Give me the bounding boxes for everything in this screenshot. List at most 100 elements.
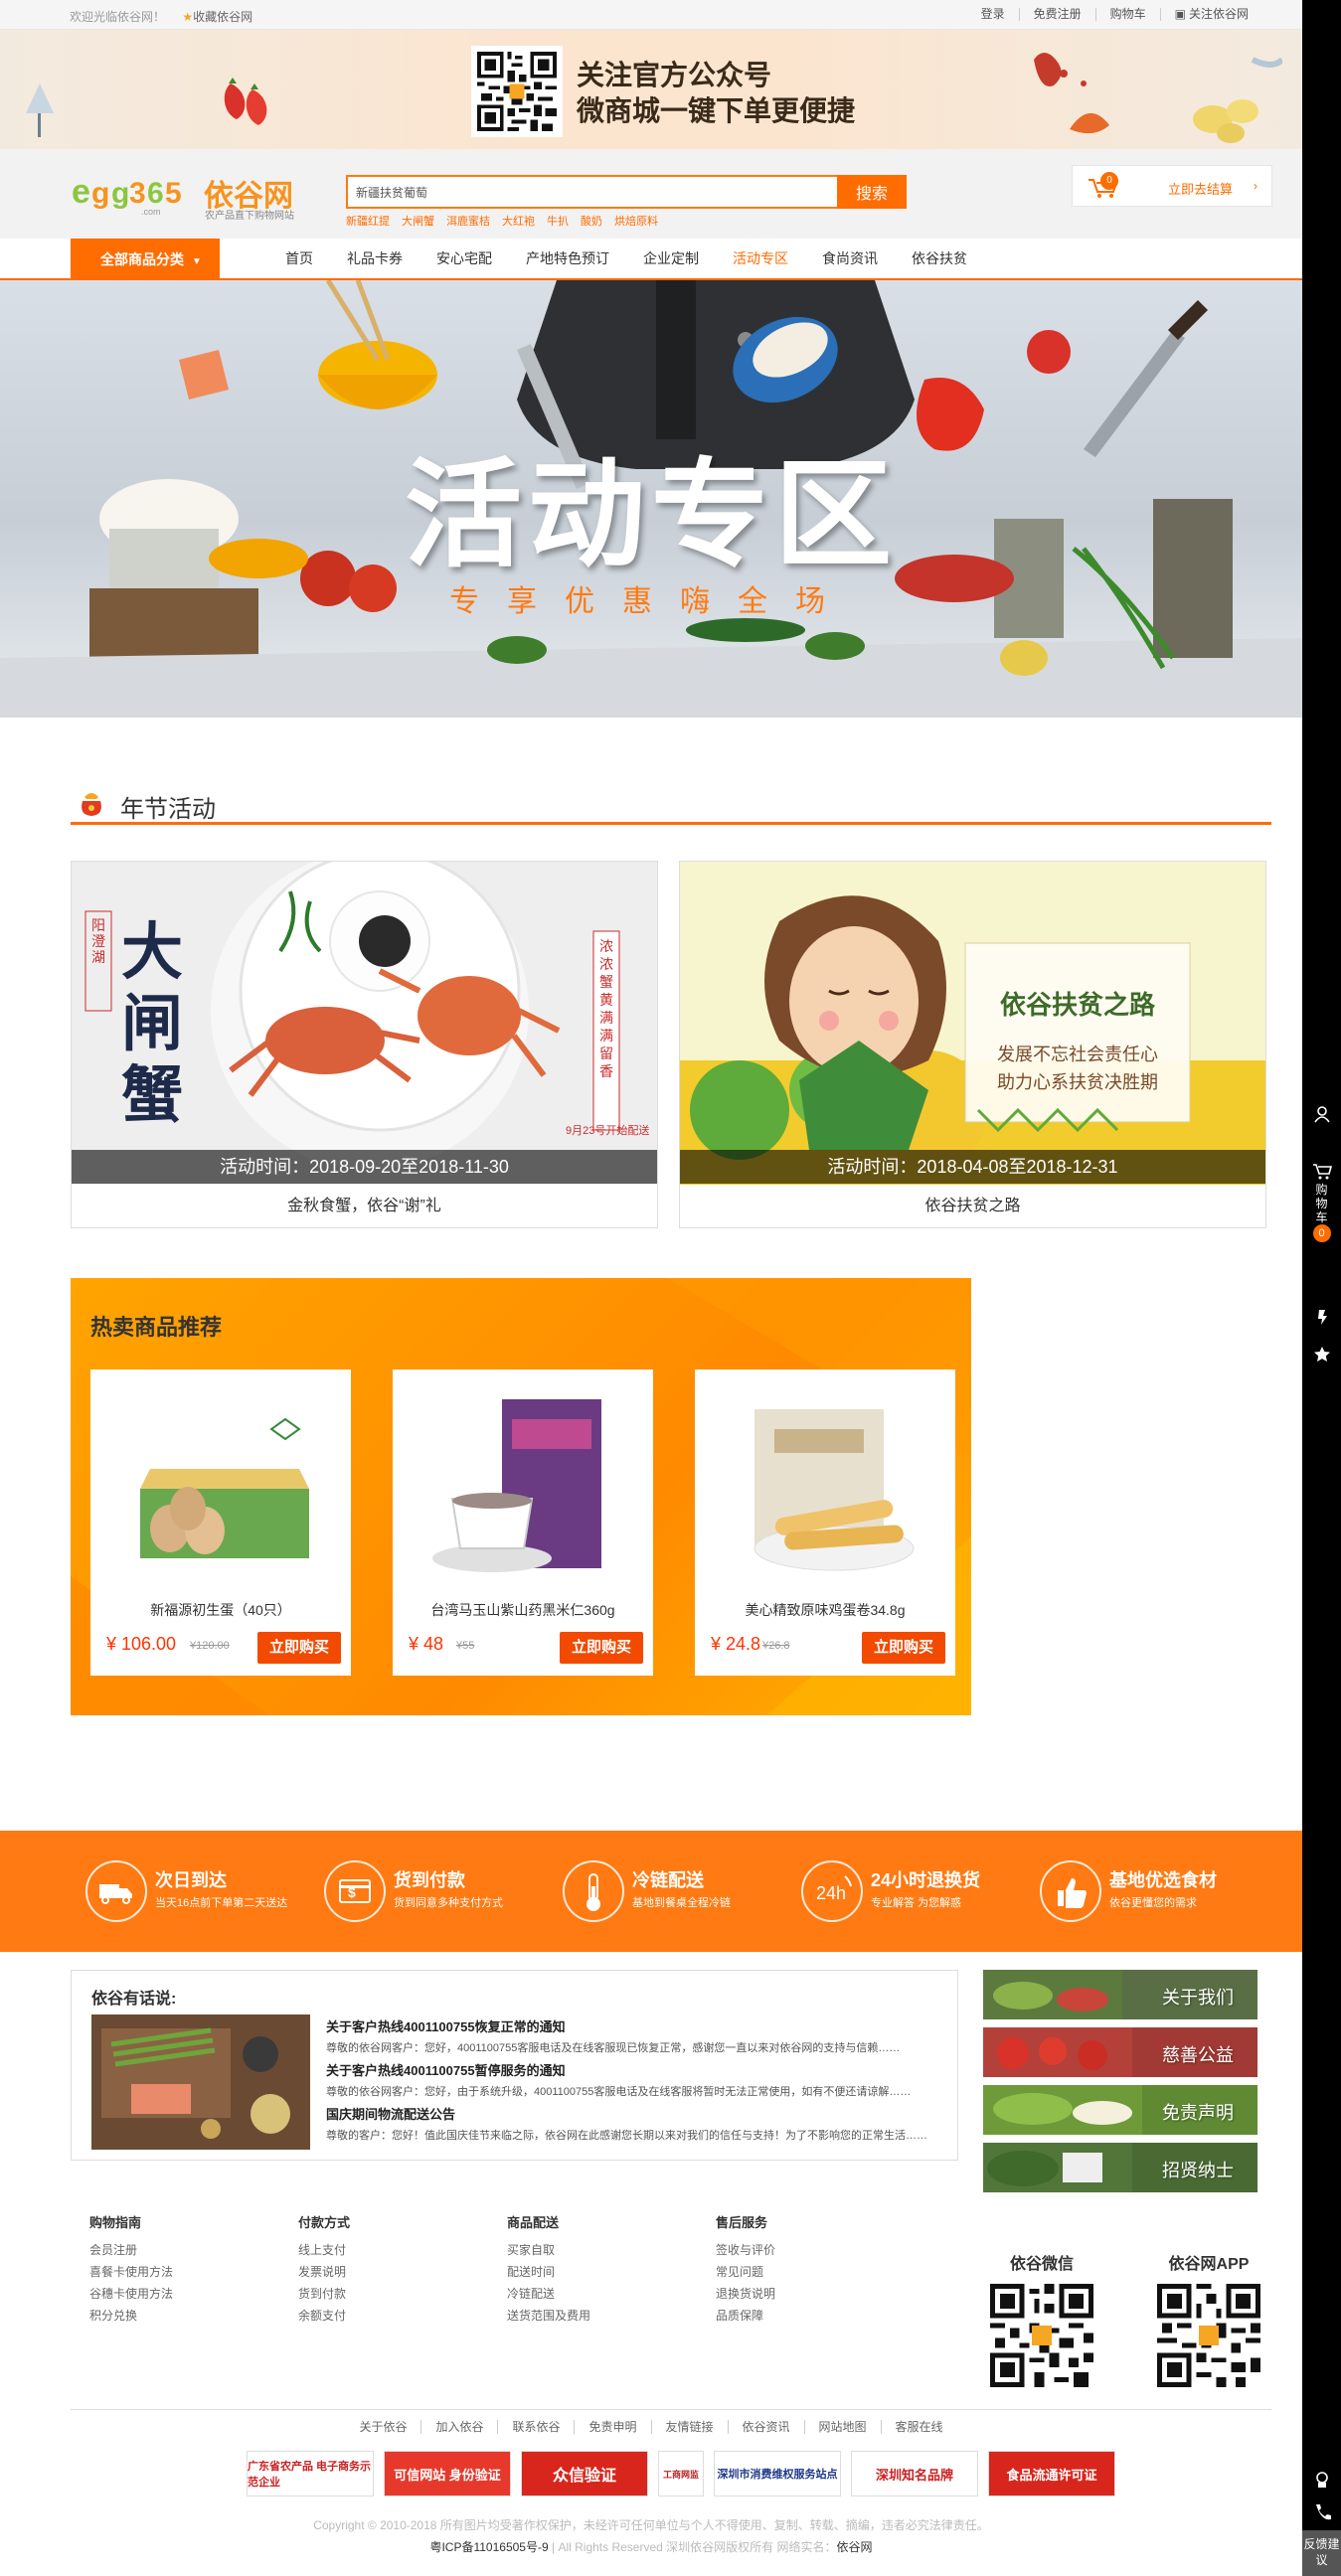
footer-link[interactable]: 签收与评价 [716, 2239, 775, 2261]
product-name[interactable]: 美心精致原味鸡蛋卷34.8g [695, 1600, 955, 1620]
nav-item-preorder[interactable]: 产地特色预订 [509, 239, 626, 278]
register-link[interactable]: 免费注册 [1020, 8, 1096, 21]
footer-link[interactable]: 谷穗卡使用方法 [89, 2283, 173, 2305]
search-input[interactable] [356, 177, 833, 207]
news-item[interactable]: 国庆期间物流配送公告 尊敬的客户：您好！值此国庆佳节来临之际，依谷网在此感谢您长… [326, 2104, 942, 2143]
news-summary: 尊敬的依谷网客户：您好，4001100755客服电话及在线客服现已恢复正常，感谢… [326, 2042, 901, 2054]
badge-consumer-rights[interactable]: 深圳市消费维权服务站点 [714, 2451, 841, 2496]
footer-bottom-link[interactable]: 客服在线 [882, 2420, 957, 2434]
product-card[interactable]: 台湾马玉山紫山药黑米仁360g ¥ 48 ¥55 立即购买 [393, 1369, 653, 1676]
sidebar-cart-button[interactable]: 购物车 0 [1302, 1163, 1341, 1242]
activity-name[interactable]: 依谷扶贫之路 [680, 1186, 1265, 1227]
hotword[interactable]: 大红袍 [502, 213, 535, 229]
news-headline[interactable]: 国庆期间物流配送公告 [326, 2104, 942, 2123]
nav-item-home[interactable]: 首页 [268, 239, 330, 278]
hotword[interactable]: 烘焙原料 [614, 213, 658, 229]
hotword[interactable]: 大闸蟹 [402, 213, 434, 229]
badge-zhongxin[interactable]: 众信验证 [521, 2451, 648, 2496]
svg-text:e: e [72, 173, 90, 211]
service-title: 冷链配送 [632, 1870, 704, 1890]
footer-link[interactable]: 喜餐卡使用方法 [89, 2261, 173, 2283]
footer-link[interactable]: 会员注册 [89, 2239, 173, 2261]
footer-bottom-link[interactable]: 加入依谷 [421, 2420, 499, 2434]
lucky-bag-icon [82, 793, 101, 816]
about-us-link[interactable]: 关于我们 [983, 1970, 1257, 2019]
follow-link[interactable]: ▣ 关注依谷网 [1161, 8, 1262, 21]
footer-link[interactable]: 配送时间 [507, 2261, 590, 2283]
footer-bottom-link[interactable]: 依谷资讯 [728, 2420, 805, 2434]
buy-now-button[interactable]: 立即购买 [257, 1632, 341, 1664]
news-headline[interactable]: 关于客户热线4001100755恢复正常的通知 [326, 2016, 942, 2035]
history-icon[interactable] [1302, 1308, 1341, 1326]
footer-bottom-link[interactable]: 联系依谷 [498, 2420, 576, 2434]
nav-item-gift-cards[interactable]: 礼品卡券 [330, 239, 419, 278]
footer-column: 商品配送 买家自取 配送时间 冷链配送 送货范围及费用 [507, 2212, 590, 2327]
search-button[interactable]: 搜索 [837, 175, 907, 209]
qrcode-icon [1157, 2284, 1260, 2387]
product-card[interactable]: 美心精致原味鸡蛋卷34.8g ¥ 24.8 ¥26.8 立即购买 [695, 1369, 955, 1676]
poster-note: 9月23号开始配送 [566, 1125, 650, 1137]
footer-column-title: 购物指南 [89, 2215, 142, 2230]
footer-link[interactable]: 货到付款 [298, 2283, 350, 2305]
footer-link[interactable]: 买家自取 [507, 2239, 590, 2261]
footer-link[interactable]: 积分兑换 [89, 2305, 173, 2327]
nav-item-delivery[interactable]: 安心宅配 [419, 239, 509, 278]
login-link[interactable]: 登录 [967, 8, 1020, 21]
badge-famous-brand[interactable]: 深圳知名品牌 [851, 2451, 978, 2496]
badge-gongshang[interactable]: 工商网监 [658, 2451, 704, 2496]
user-icon[interactable] [1302, 1105, 1341, 1123]
nav-item-news[interactable]: 食尚资讯 [805, 239, 895, 278]
feedback-button[interactable]: 反馈建议 [1302, 2530, 1341, 2576]
qrcode-icon: ▣ [1174, 7, 1186, 21]
footer-link[interactable]: 送货范围及费用 [507, 2305, 590, 2327]
buy-now-button[interactable]: 立即购买 [862, 1632, 945, 1664]
hot-products-section: 热卖商品推荐 新福源初生蛋（40只） ¥ 106.00 ¥120.00 立即购买… [71, 1278, 971, 1715]
all-categories-button[interactable]: 全部商品分类 ▼ [71, 239, 220, 280]
nav-item-activities[interactable]: 活动专区 [716, 239, 805, 278]
footer-bottom-link[interactable]: 网站地图 [804, 2420, 882, 2434]
hotword[interactable]: 酸奶 [581, 213, 602, 229]
product-name[interactable]: 新福源初生蛋（40只） [90, 1600, 351, 1620]
product-name[interactable]: 台湾马玉山紫山药黑米仁360g [393, 1600, 653, 1620]
buy-now-button[interactable]: 立即购买 [560, 1632, 643, 1664]
star-icon[interactable] [1302, 1346, 1341, 1364]
service-agent-icon[interactable] [1302, 2471, 1341, 2489]
badge-agri-ecommerce[interactable]: 广东省农产品 电子商务示范企业 [247, 2451, 374, 2496]
news-item[interactable]: 关于客户热线4001100755暂停服务的通知 尊敬的依谷网客户：您好，由于系统… [326, 2060, 942, 2099]
footer-bottom-link[interactable]: 免责申明 [575, 2420, 652, 2434]
thermometer-icon [587, 1873, 600, 1911]
badge-trusted-site[interactable]: 可信网站 身份验证 [384, 2451, 511, 2496]
footer-link[interactable]: 发票说明 [298, 2261, 350, 2283]
activity-card[interactable]: 大闸蟹 阳澄湖 浓浓蟹黄 满满留香 9月23号开始配送 活动时间：2018-09… [71, 861, 658, 1228]
hotword[interactable]: 牛扒 [547, 213, 569, 229]
footer-link[interactable]: 品质保障 [716, 2305, 775, 2327]
activity-name[interactable]: 金秋食蟹，依谷“谢”礼 [72, 1186, 657, 1227]
promo-banner[interactable]: 关注官方公众号 微商城一键下单更便捷 [0, 30, 1302, 149]
checkout-cart-button[interactable]: 0 立即去结算 › [1072, 165, 1272, 207]
footer-link[interactable]: 常见问题 [716, 2261, 775, 2283]
disclaimer-link[interactable]: 免责声明 [983, 2085, 1257, 2135]
footer-link[interactable]: 退换货说明 [716, 2283, 775, 2305]
hotword[interactable]: 洱鹿蜜桔 [446, 213, 490, 229]
hotword[interactable]: 新疆红提 [346, 213, 390, 229]
phone-icon[interactable] [1302, 2502, 1341, 2520]
news-item[interactable]: 关于客户热线4001100755恢复正常的通知 尊敬的依谷网客户：您好，4001… [326, 2016, 942, 2055]
footer-bottom-link[interactable]: 友情链接 [651, 2420, 729, 2434]
activity-card[interactable]: 依谷扶贫之路 发展不忘社会责任心 助力心系扶贫决胜期 活动时间：2018-04-… [679, 861, 1266, 1228]
badge-food-license[interactable]: 食品流通许可证 [988, 2451, 1115, 2496]
news-headline[interactable]: 关于客户热线4001100755暂停服务的通知 [326, 2060, 942, 2079]
footer-bottom-link[interactable]: 关于依谷 [345, 2420, 422, 2434]
wechat-qr-block: 依谷微信 [990, 2250, 1093, 2390]
nav-item-enterprise[interactable]: 企业定制 [626, 239, 716, 278]
product-price: ¥ 106.00 [106, 1634, 177, 1654]
careers-link[interactable]: 招贤纳士 [983, 2143, 1257, 2192]
footer-link[interactable]: 余额支付 [298, 2305, 350, 2327]
footer-link[interactable]: 冷链配送 [507, 2283, 590, 2305]
footer-link[interactable]: 线上支付 [298, 2239, 350, 2261]
nav-item-poverty-relief[interactable]: 依谷扶贫 [895, 239, 984, 278]
favorite-link[interactable]: ★收藏依谷网 [182, 10, 252, 24]
cart-link[interactable]: 购物车 [1096, 8, 1161, 21]
charity-link[interactable]: 慈善公益 [983, 2027, 1257, 2077]
icp-text: 粤ICP备11016505号-9 | All Rights Reserved 深… [429, 2540, 873, 2554]
product-card[interactable]: 新福源初生蛋（40只） ¥ 106.00 ¥120.00 立即购买 [90, 1369, 351, 1676]
